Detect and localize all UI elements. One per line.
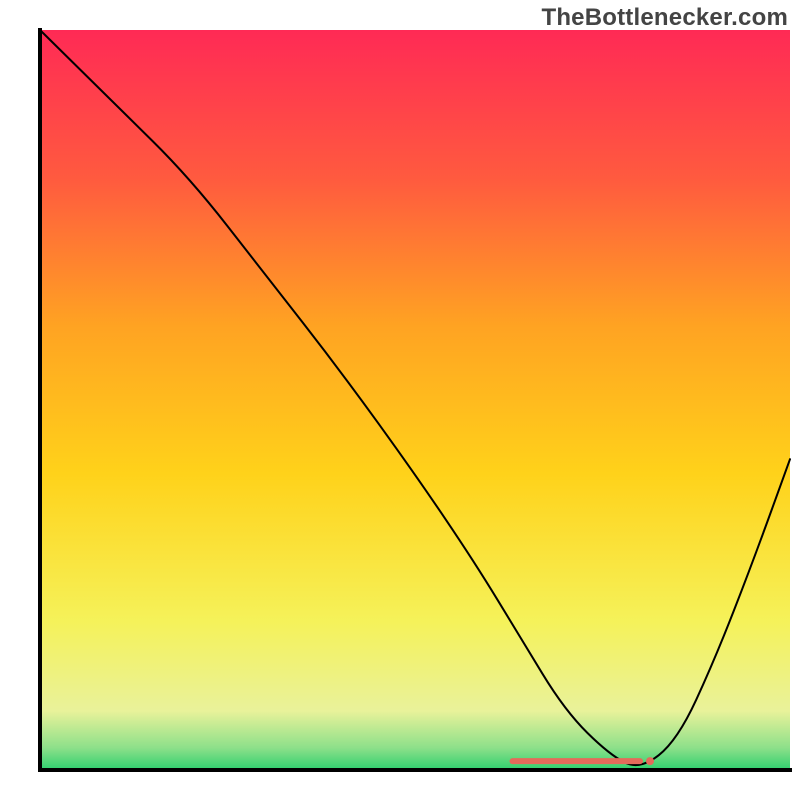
chart-container: TheBottlenecker.com (0, 0, 800, 800)
watermark-label: TheBottlenecker.com (541, 4, 788, 32)
bottleneck-chart (0, 0, 800, 800)
flat-region-end-dot (646, 757, 654, 765)
